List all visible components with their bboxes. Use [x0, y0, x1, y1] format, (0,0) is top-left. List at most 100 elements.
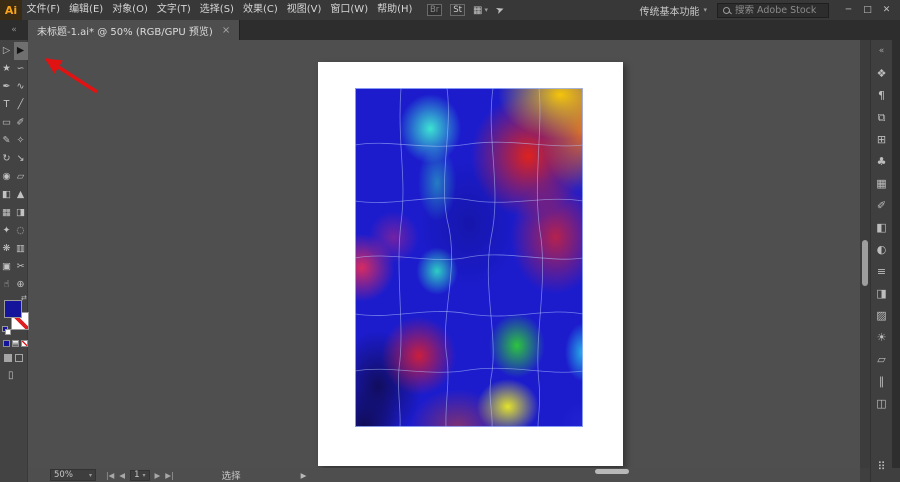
graphic-styles-panel-icon[interactable]: ▱ [873, 352, 891, 367]
hand-tool[interactable]: ☝ [0, 276, 14, 294]
navigator-panel-icon[interactable]: ⠿ [873, 459, 891, 474]
symbols-panel-icon[interactable]: ♣ [873, 154, 891, 169]
tab-close-icon[interactable]: × [222, 25, 230, 36]
menu-item-effect[interactable]: 效果(C) [238, 0, 282, 20]
layers-panel-icon[interactable]: ❖ [873, 66, 891, 81]
paragraph-panel-icon[interactable]: ¶ [873, 88, 891, 103]
collapse-tools-icon[interactable]: « [0, 20, 28, 40]
document-canvas[interactable] [28, 40, 860, 468]
restore-button[interactable]: □ [858, 0, 877, 20]
blend-tool[interactable]: ◌ [14, 222, 28, 240]
gradient-panel-icon[interactable]: ◨ [873, 286, 891, 301]
stock-search-box [717, 3, 829, 18]
lasso-tool[interactable]: ∽ [14, 60, 28, 78]
menu-item-window[interactable]: 窗口(W) [326, 0, 373, 20]
app-logo[interactable]: Ai [0, 0, 22, 20]
color-guide-panel-icon[interactable]: ◐ [873, 242, 891, 257]
draw-behind-icon[interactable] [15, 354, 23, 362]
artboard-navigation: |◀ ◀ 1 ▾ ▶ ▶| [106, 470, 174, 481]
default-fill-stroke-icon[interactable] [2, 326, 11, 335]
none-button[interactable] [21, 340, 28, 347]
screen-mode-icon[interactable]: ▯ [8, 370, 14, 381]
zoom-level-value: 50% [54, 470, 73, 480]
scale-tool[interactable]: ↘ [14, 150, 28, 168]
document-tab[interactable]: 未标题-1.ai* @ 50% (RGB/GPU 预览) × [28, 20, 240, 40]
type-tool[interactable]: T [0, 96, 14, 114]
slice-tool[interactable]: ✂ [14, 258, 28, 276]
status-flyout-icon[interactable]: ▶ [301, 471, 307, 480]
chevron-down-icon: ▾ [484, 6, 488, 14]
line-segment-tool[interactable]: ╱ [14, 96, 28, 114]
gradient-tool[interactable]: ◨ [14, 204, 28, 222]
bridge-icon[interactable]: Br [427, 4, 442, 16]
swap-fill-stroke-icon[interactable]: ⇄ [21, 294, 27, 302]
transparency-panel-icon[interactable]: ▨ [873, 308, 891, 323]
mesh-tool[interactable]: ▦ [0, 204, 14, 222]
search-input[interactable] [735, 5, 823, 16]
close-button[interactable]: ✕ [877, 0, 896, 20]
column-graph-tool[interactable]: ▥ [14, 240, 28, 258]
minimize-button[interactable]: ─ [839, 0, 858, 20]
fill-color-swatch[interactable] [4, 300, 22, 318]
shaper-tool[interactable]: ✧ [14, 132, 28, 150]
width-tool[interactable]: ◉ [0, 168, 14, 186]
selection-tool[interactable]: ▶ [14, 42, 28, 60]
shape-builder-tool[interactable]: ◧ [0, 186, 14, 204]
gradient-mesh-artwork[interactable] [355, 88, 583, 427]
menu-item-object[interactable]: 对象(O) [108, 0, 153, 20]
menu-item-edit[interactable]: 编辑(E) [65, 0, 108, 20]
search-icon [723, 7, 730, 14]
gradient-button[interactable] [12, 340, 19, 347]
pencil-tool[interactable]: ✎ [0, 132, 14, 150]
align-panel-icon[interactable]: ∥ [873, 374, 891, 389]
zoom-tool[interactable]: ⊕ [14, 276, 28, 294]
rotate-tool[interactable]: ↻ [0, 150, 14, 168]
menu-item-type[interactable]: 文字(T) [152, 0, 195, 20]
brushes-panel-icon[interactable]: ✐ [873, 198, 891, 213]
menu-item-view[interactable]: 视图(V) [282, 0, 326, 20]
next-artboard-button[interactable]: ▶ [155, 471, 161, 480]
first-artboard-button[interactable]: |◀ [106, 471, 114, 480]
tools-panel: ▷ ▶ ★ ∽ ✒ ∿ T ╱ ▭ ✐ ✎ ✧ ↻ ↘ ◉ ▱ ◧ ▲ ▦ ◨ … [0, 40, 28, 482]
stroke-panel-icon[interactable]: ≡ [873, 264, 891, 279]
transform-panel-icon[interactable]: ⊞ [873, 132, 891, 147]
share-icon[interactable]: ➤ [494, 3, 506, 16]
menu-item-file[interactable]: 文件(F) [22, 0, 65, 20]
perspective-grid-tool[interactable]: ▲ [14, 186, 28, 204]
color-panel-icon[interactable]: ◧ [873, 220, 891, 235]
vertical-scrollbar[interactable] [860, 40, 870, 468]
menu-item-select[interactable]: 选择(S) [195, 0, 238, 20]
window-edge-strip [892, 40, 900, 482]
vertical-scrollbar-thumb[interactable] [862, 240, 868, 286]
direct-selection-tool[interactable]: ▷ [0, 42, 14, 60]
horizontal-scrollbar-thumb[interactable] [595, 469, 629, 474]
menubar-right-group: 传统基本功能 ▾ ─ □ ✕ [639, 0, 900, 20]
chevron-down-icon: ▾ [143, 472, 146, 479]
default-stroke-square [5, 329, 11, 335]
pathfinder-panel-icon[interactable]: ◫ [873, 396, 891, 411]
paintbrush-tool[interactable]: ✐ [14, 114, 28, 132]
last-artboard-button[interactable]: ▶| [165, 471, 173, 480]
artboard-tool[interactable]: ▣ [0, 258, 14, 276]
artboards-panel-icon[interactable]: ⧉ [873, 110, 891, 125]
draw-normal-icon[interactable] [4, 354, 12, 362]
menu-item-help[interactable]: 帮助(H) [373, 0, 417, 20]
stock-icon[interactable]: St [450, 4, 465, 16]
pen-tool[interactable]: ✒ [0, 78, 14, 96]
free-transform-tool[interactable]: ▱ [14, 168, 28, 186]
eyedropper-tool[interactable]: ✦ [0, 222, 14, 240]
artboard-number-field[interactable]: 1 ▾ [130, 470, 149, 481]
collapse-panels-icon[interactable]: « [873, 44, 891, 59]
swatches-panel-icon[interactable]: ▦ [873, 176, 891, 191]
zoom-level-dropdown[interactable]: 50% ▾ [50, 469, 96, 481]
curvature-tool[interactable]: ∿ [14, 78, 28, 96]
rectangle-tool[interactable]: ▭ [0, 114, 14, 132]
previous-artboard-button[interactable]: ◀ [119, 471, 125, 480]
arrange-documents-icon[interactable]: ▦ ▾ [473, 5, 488, 16]
magic-wand-tool[interactable]: ★ [0, 60, 14, 78]
artboard[interactable] [318, 62, 623, 466]
appearance-panel-icon[interactable]: ☀ [873, 330, 891, 345]
color-button[interactable] [3, 340, 10, 347]
workspace-switcher[interactable]: 传统基本功能 ▾ [639, 3, 707, 18]
symbol-sprayer-tool[interactable]: ❋ [0, 240, 14, 258]
